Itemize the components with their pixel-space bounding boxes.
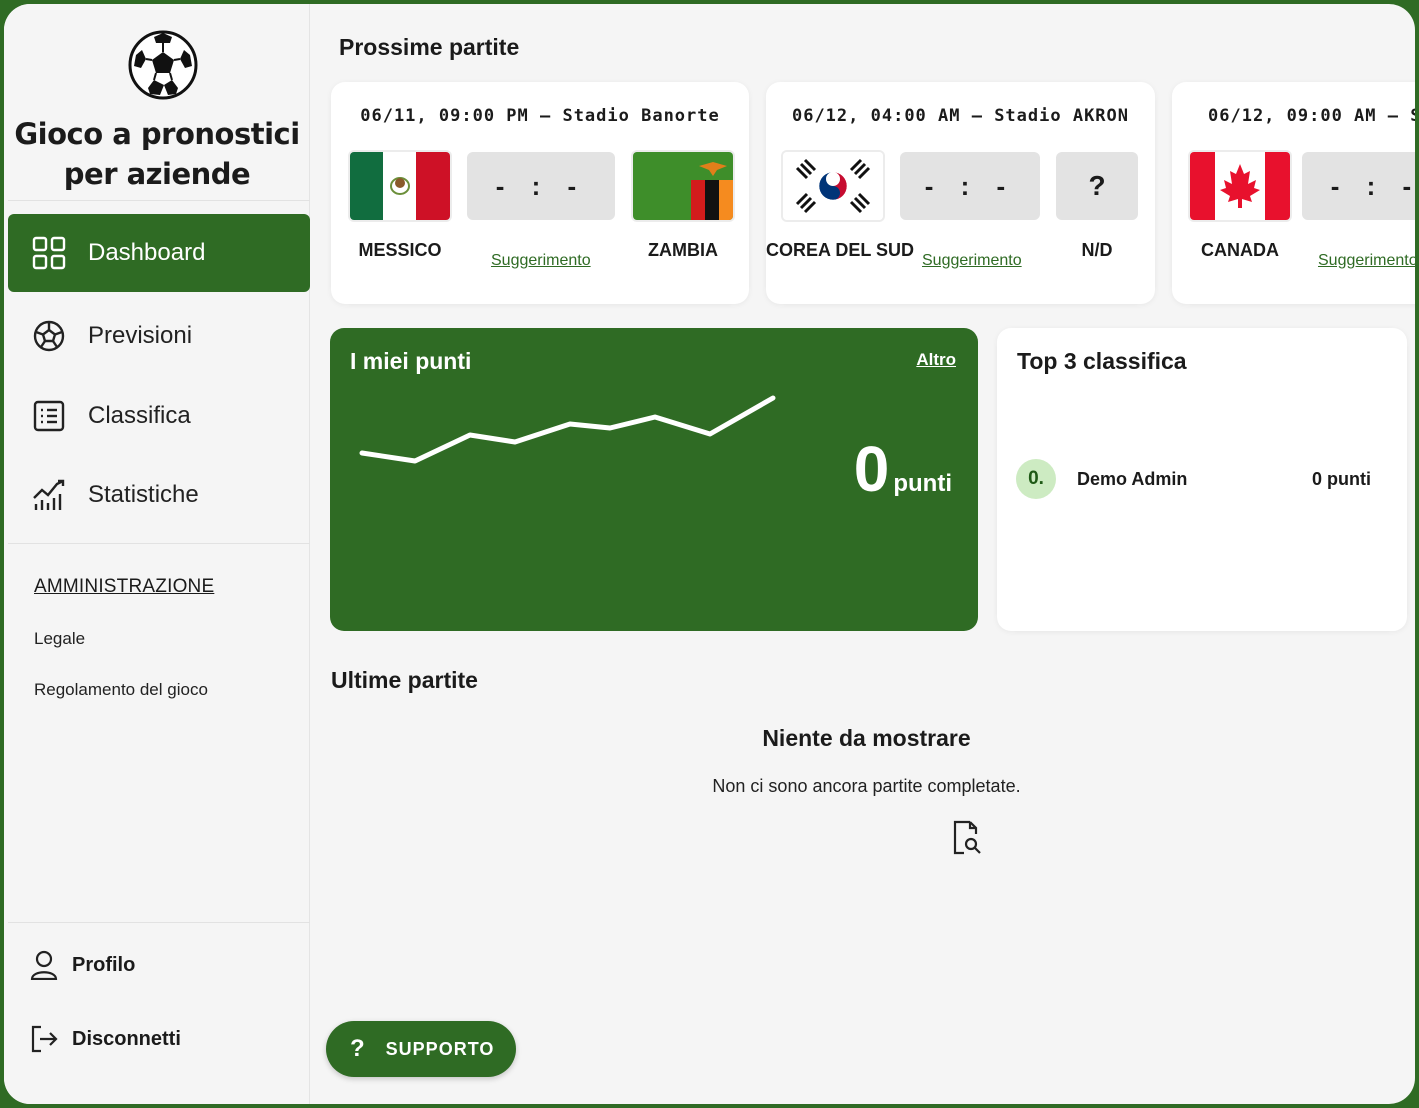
bar-chart-icon xyxy=(32,478,66,512)
more-link[interactable]: Altro xyxy=(916,350,956,370)
upcoming-title: Prossime partite xyxy=(339,34,520,60)
dashboard-grid-icon xyxy=(32,236,66,270)
suggest-link[interactable]: Suggerimento xyxy=(1318,252,1415,270)
recent-title: Ultime partite xyxy=(331,667,478,693)
home-team-name: MESSICO xyxy=(358,240,442,260)
rank-badge: 0. xyxy=(1016,459,1056,499)
admin-heading[interactable]: AMMINISTRAZIONE xyxy=(34,576,214,598)
sidebar: Gioco a pronostici per aziende Dashboard xyxy=(4,4,310,1104)
help-icon: ? xyxy=(350,1035,366,1062)
support-button[interactable]: ? SUPPORTO xyxy=(326,1021,516,1077)
top3-title: Top 3 classifica xyxy=(1017,348,1187,374)
match-card[interactable]: 06/12, 04:00 AM – Stadio AKRON - : - ? C… xyxy=(766,82,1155,304)
sidebar-item-label: Classifica xyxy=(88,402,191,429)
app-frame: Gioco a pronostici per aziende Dashboard xyxy=(4,4,1415,1104)
match-header: 06/11, 09:00 PM – Stadio Banorte xyxy=(360,106,720,126)
suggest-link[interactable]: Suggerimento xyxy=(491,252,591,270)
suggest-link[interactable]: Suggerimento xyxy=(922,252,1022,270)
rank-player-points: 0 punti xyxy=(1312,469,1371,489)
empty-state-title: Niente da mostrare xyxy=(762,725,971,751)
away-team-name: N/D xyxy=(1081,240,1113,260)
flag-zambia-icon xyxy=(633,152,733,220)
sidebar-divider xyxy=(8,543,310,544)
top3-card: Top 3 classifica 0. Demo Admin 0 punti xyxy=(997,328,1407,631)
admin-link-regolamento[interactable]: Regolamento del gioco xyxy=(34,680,208,700)
sidebar-item-label: Dashboard xyxy=(88,239,206,266)
profile-button[interactable]: Profilo xyxy=(30,950,135,980)
logout-label: Disconnetti xyxy=(72,1027,181,1050)
empty-state-text: Non ci sono ancora partite completate. xyxy=(712,776,1021,796)
admin-link-legale[interactable]: Legale xyxy=(34,629,85,649)
sidebar-item-classifica[interactable]: Classifica xyxy=(8,377,310,455)
score-input[interactable]: - : - xyxy=(900,152,1040,220)
soccer-ball-logo-icon xyxy=(128,30,198,100)
flag-south-korea-icon xyxy=(783,152,883,220)
my-points-title: I miei punti xyxy=(350,348,472,374)
score-input[interactable]: - : - xyxy=(467,152,615,220)
sidebar-item-label: Statistiche xyxy=(88,481,199,508)
home-team-name: CANADA xyxy=(1201,240,1279,260)
points-unit: punti xyxy=(893,470,952,497)
sidebar-item-dashboard[interactable]: Dashboard xyxy=(8,214,310,292)
logout-button[interactable]: Disconnetti xyxy=(30,1024,181,1054)
support-label: SUPPORTO xyxy=(385,1038,495,1059)
match-header: 06/12, 09:00 AM – Stadio xyxy=(1208,106,1415,126)
document-search-icon xyxy=(953,820,981,855)
home-team-name: COREA DEL SUD xyxy=(766,240,915,260)
soccer-ball-icon xyxy=(32,319,66,353)
user-icon xyxy=(30,950,60,980)
match-header: 06/12, 04:00 AM – Stadio AKRON xyxy=(791,106,1130,126)
match-card[interactable]: 06/11, 09:00 PM – Stadio Banorte - : - M… xyxy=(331,82,749,304)
rank-player-name: Demo Admin xyxy=(1077,469,1188,489)
unknown-team-flag: ? xyxy=(1056,152,1138,220)
sidebar-divider xyxy=(8,922,310,923)
my-points-card: I miei punti Altro 0 punti xyxy=(330,328,978,631)
list-icon xyxy=(32,399,66,433)
match-card[interactable]: 06/12, 09:00 AM – Stadio - : - CANADA Su… xyxy=(1172,82,1415,304)
sidebar-divider xyxy=(8,200,310,201)
points-total: 0 punti xyxy=(854,432,952,506)
flag-mexico-icon xyxy=(350,152,450,220)
score-input[interactable]: - : - xyxy=(1302,152,1415,220)
sidebar-item-previsioni[interactable]: Previsioni xyxy=(8,297,310,375)
app-title: Gioco a pronostici per aziende xyxy=(14,117,300,191)
flag-canada-icon xyxy=(1190,152,1290,220)
points-number: 0 xyxy=(853,433,890,505)
away-team-name: ZAMBIA xyxy=(648,240,718,260)
logout-icon xyxy=(30,1024,60,1054)
sidebar-item-statistiche[interactable]: Statistiche xyxy=(8,456,310,534)
sidebar-item-label: Previsioni xyxy=(88,322,193,349)
profile-label: Profilo xyxy=(72,953,136,976)
